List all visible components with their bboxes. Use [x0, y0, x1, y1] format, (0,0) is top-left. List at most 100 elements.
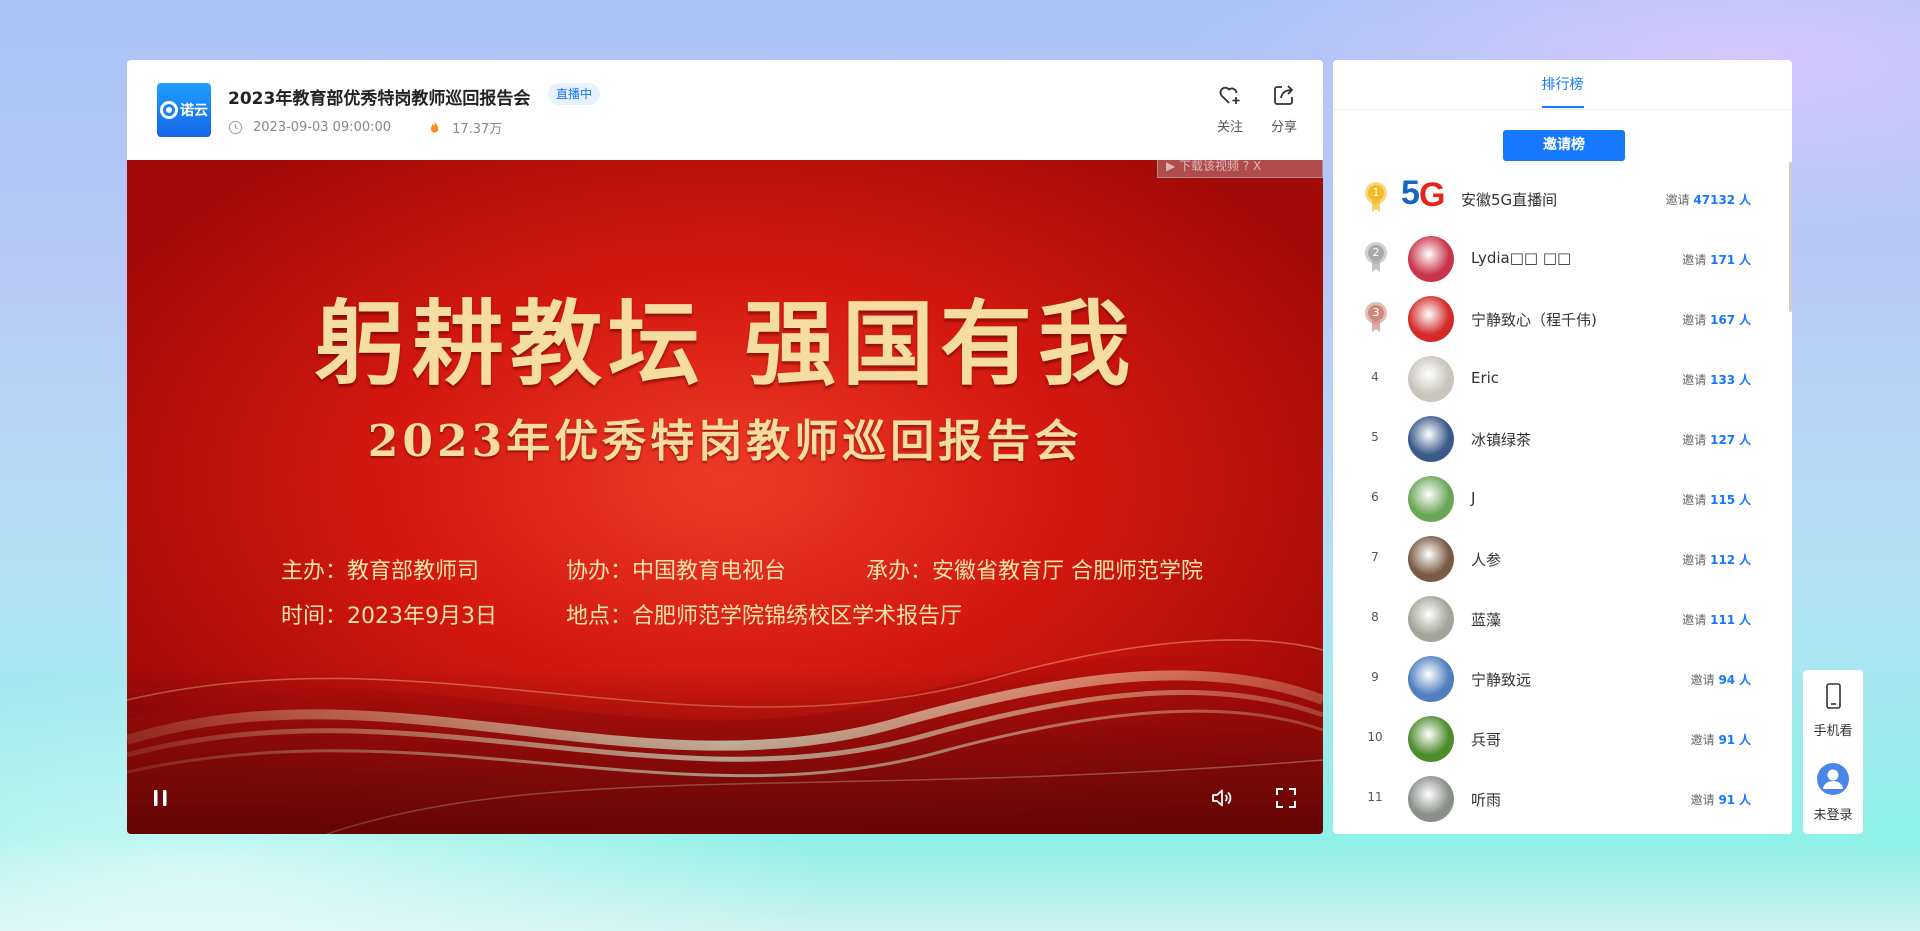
ranking-user-name: J: [1471, 489, 1476, 507]
rank-number: 11: [1367, 790, 1383, 804]
fullscreen-button[interactable]: [1274, 786, 1298, 814]
ranking-user-name: 冰镇绿茶: [1471, 431, 1532, 449]
live-status-badge: 直播中: [548, 83, 601, 105]
invite-count: 邀请 171 人: [1682, 251, 1751, 268]
avatar[interactable]: [1408, 536, 1454, 582]
pause-button[interactable]: [149, 786, 173, 814]
fire-icon: [430, 120, 439, 133]
ranking-row[interactable]: 5 冰镇绿茶 邀请 127 人: [1333, 408, 1792, 468]
invite-count: 邀请 133 人: [1682, 371, 1751, 388]
invite-count-number: 111: [1710, 613, 1736, 627]
invite-prefix: 邀请: [1690, 673, 1715, 687]
avatar[interactable]: [1408, 236, 1454, 282]
ranking-user-name: 蓝藻: [1471, 611, 1502, 629]
invite-unit: 人: [1738, 253, 1751, 267]
invite-ranking-button[interactable]: 邀请榜: [1503, 130, 1625, 161]
avatar[interactable]: 5G: [1401, 168, 1445, 214]
silver-medal-icon: 2: [1365, 242, 1387, 276]
ranking-tabs: 排行榜: [1333, 60, 1792, 110]
avatar[interactable]: [1408, 656, 1454, 702]
invite-count-number: 47132: [1693, 193, 1736, 207]
invite-count-number: 91: [1718, 733, 1736, 747]
invite-unit: 人: [1738, 673, 1751, 687]
ranking-row[interactable]: 10 兵哥 邀请 91 人: [1333, 708, 1792, 768]
logo-mark-icon: [160, 101, 178, 119]
invite-unit: 人: [1738, 373, 1751, 387]
invite-prefix: 邀请: [1682, 553, 1707, 567]
invite-count-number: 167: [1710, 313, 1736, 327]
floating-toolbar: 手机看 未登录: [1803, 670, 1863, 834]
avatar[interactable]: [1408, 716, 1454, 762]
user-avatar-icon: [1817, 763, 1849, 795]
invite-count: 邀请 47132 人: [1666, 191, 1751, 208]
page-title: 2023年教育部优秀特岗教师巡回报告会: [228, 89, 531, 109]
ranking-user-name: Eric: [1471, 369, 1500, 387]
avatar[interactable]: [1408, 476, 1454, 522]
bronze-medal-icon: 3: [1365, 302, 1387, 336]
ranking-user-name: 安徽5G直播间: [1461, 191, 1558, 209]
invite-count: 邀请 115 人: [1682, 491, 1751, 508]
organizer-text: 承办：安徽省教育厅 合肥师范学院: [866, 559, 1203, 584]
invite-count: 邀请 91 人: [1691, 731, 1751, 748]
invite-prefix: 邀请: [1682, 253, 1707, 267]
invite-count-number: 91: [1718, 793, 1736, 807]
follow-button[interactable]: 关注: [1213, 82, 1247, 135]
rank-number: 6: [1371, 490, 1379, 504]
ranking-row[interactable]: 7 人参 邀请 112 人: [1333, 528, 1792, 588]
follow-label: 关注: [1216, 120, 1243, 135]
live-datetime: 2023-09-03 09:00:00: [253, 120, 392, 135]
ranking-row[interactable]: 6 J 邀请 115 人: [1333, 468, 1792, 528]
avatar[interactable]: [1408, 596, 1454, 642]
ranking-row[interactable]: 9 宁静致远 邀请 94 人: [1333, 648, 1792, 708]
mobile-phone-icon: [1826, 683, 1841, 709]
invite-count-number: 127: [1710, 433, 1736, 447]
heat-count: 17.37万: [452, 122, 503, 137]
watch-on-mobile-button[interactable]: 手机看: [1803, 682, 1863, 739]
video-headline: 躬耕教坛 强国有我: [313, 290, 1137, 398]
invite-prefix: 邀请: [1682, 313, 1707, 327]
5g-logo-icon: 5G: [1401, 174, 1445, 214]
invite-prefix: 邀请: [1690, 793, 1715, 807]
ranking-user-name: 人参: [1471, 551, 1502, 569]
invite-unit: 人: [1738, 793, 1751, 807]
rank-number: 7: [1371, 550, 1379, 564]
ranking-row[interactable]: 8 蓝藻 邀请 111 人: [1333, 588, 1792, 648]
header-actions: 关注 分享: [1213, 82, 1301, 135]
ranking-row[interactable]: 2 Lydia□□ □□ 邀请 171 人: [1333, 228, 1792, 288]
avatar[interactable]: [1408, 356, 1454, 402]
tab-leaderboard[interactable]: 排行榜: [1333, 60, 1792, 110]
channel-logo[interactable]: 诺云: [157, 83, 211, 137]
rank-number: 10: [1367, 730, 1383, 744]
share-button[interactable]: 分享: [1267, 82, 1301, 135]
fullscreen-icon: [1276, 788, 1296, 808]
rank-number: 9: [1371, 670, 1379, 684]
ranking-user-name: Lydia□□ □□: [1471, 249, 1572, 267]
gold-medal-icon: 1: [1365, 182, 1387, 216]
co-host-text: 协办：中国教育电视台: [566, 559, 787, 584]
invite-count-number: 133: [1710, 373, 1736, 387]
ranking-scrollbar[interactable]: [1789, 162, 1792, 312]
login-button[interactable]: 未登录: [1803, 762, 1863, 823]
invite-unit: 人: [1738, 313, 1751, 327]
invite-count-number: 112: [1710, 553, 1736, 567]
avatar[interactable]: [1408, 776, 1454, 822]
ranking-user-name: 宁静致远: [1471, 671, 1532, 689]
medal-ribbon: [1372, 200, 1380, 212]
invite-prefix: 邀请: [1682, 433, 1707, 447]
rank-number: 8: [1371, 610, 1379, 624]
download-video-tip[interactable]: ▶ 下载该视频 ? X: [1157, 160, 1323, 178]
video-player[interactable]: ▶ 下载该视频 ? X 躬耕教坛 强国有我 2023年优秀特岗教师巡回报告会 主…: [127, 160, 1323, 834]
invite-prefix: 邀请: [1682, 373, 1707, 387]
avatar[interactable]: [1408, 416, 1454, 462]
ranking-list[interactable]: 1 5 G 安徽5G直播间 邀请 47132 人 2 Lydia□□ □□ 邀请 171 人3…: [1333, 168, 1792, 834]
volume-button[interactable]: [1210, 786, 1234, 814]
invite-count: 邀请 91 人: [1691, 791, 1751, 808]
ranking-row[interactable]: 3 宁静致心（程千伟) 邀请 167 人: [1333, 288, 1792, 348]
ranking-row[interactable]: 1 5 G 安徽5G直播间 邀请 47132 人: [1333, 168, 1792, 228]
ranking-row[interactable]: 4 Eric 邀请 133 人: [1333, 348, 1792, 408]
avatar[interactable]: [1408, 296, 1454, 342]
ranking-row[interactable]: 11 听雨 邀请 91 人: [1333, 768, 1792, 828]
login-label: 未登录: [1813, 808, 1853, 823]
heart-plus-icon: [1219, 86, 1240, 104]
ranking-panel: 排行榜 邀请榜 1 5 G 安徽5G直播间 邀请 47132 人 2 Lydia□□ □□ 邀…: [1333, 60, 1792, 834]
